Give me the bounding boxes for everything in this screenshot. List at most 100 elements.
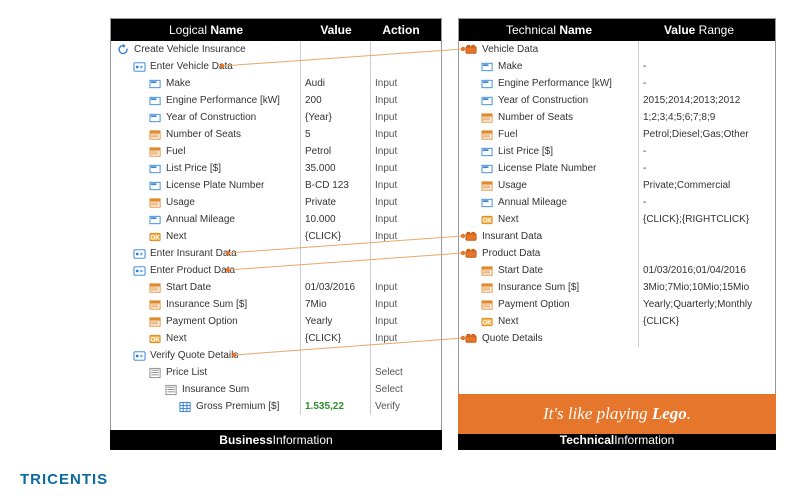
footer-bold: Technical <box>560 433 614 447</box>
row-action: Input <box>371 211 431 228</box>
table-row[interactable]: Make- <box>459 58 775 75</box>
table-row[interactable]: Start Date 01/03/2016Input <box>111 279 441 296</box>
table-row[interactable]: FuelPetrolInput <box>111 143 441 160</box>
table-row[interactable]: Annual Mileage- <box>459 194 775 211</box>
table-row[interactable]: Enter Product Data <box>111 262 441 279</box>
right-rows: Vehicle DataMake-Engine Performance [kW]… <box>459 41 775 347</box>
row-label: Verify Quote Details <box>150 350 238 361</box>
row-value: 01/03/2016 <box>301 279 371 296</box>
table-row[interactable]: Vehicle Data <box>459 41 775 58</box>
row-action: Input <box>371 194 431 211</box>
table-row[interactable]: Engine Performance [kW]200Input <box>111 92 441 109</box>
table-row[interactable]: Enter Insurant Data <box>111 245 441 262</box>
table-row[interactable]: Payment OptionYearlyInput <box>111 313 441 330</box>
table-row[interactable]: Next{CLICK}Input <box>111 330 441 347</box>
row-action: Input <box>371 109 431 126</box>
row-label: License Plate Number <box>166 180 264 191</box>
field-icon <box>481 146 494 158</box>
row-action: Input <box>371 296 431 313</box>
combo-icon <box>149 299 162 311</box>
table-row[interactable]: Product Data <box>459 245 775 262</box>
row-value <box>301 41 371 58</box>
row-value-range: Private;Commercial <box>639 177 759 194</box>
row-value <box>301 245 371 262</box>
table-row[interactable]: Enter Vehicle Data <box>111 58 441 75</box>
col-value-range-bold: Value <box>664 23 695 37</box>
row-label: Next <box>166 231 187 242</box>
row-action <box>371 58 431 75</box>
row-value-range: - <box>639 143 759 160</box>
module-icon <box>133 265 146 277</box>
technical-panel: Technical Name Value Range Vehicle DataM… <box>458 18 776 450</box>
refresh-icon <box>117 44 130 56</box>
row-label: Start Date <box>166 282 211 293</box>
row-label: Insurance Sum [$] <box>498 282 579 293</box>
table-row[interactable]: Verify Quote Details <box>111 347 441 364</box>
lego-callout: It's like playing Lego. <box>458 394 776 434</box>
table-row[interactable]: Engine Performance [kW]- <box>459 75 775 92</box>
row-value: Petrol <box>301 143 371 160</box>
table-row[interactable]: Start Date 01/03/2016;01/04/2016 <box>459 262 775 279</box>
table-row[interactable]: UsagePrivate;Commercial <box>459 177 775 194</box>
row-value: 10.000 <box>301 211 371 228</box>
table-row[interactable]: Next{CLICK}Input <box>111 228 441 245</box>
table-row[interactable]: Insurance SumSelect <box>111 381 441 398</box>
row-label: Engine Performance [kW] <box>498 78 612 89</box>
row-value-range: 01/03/2016;01/04/2016 <box>639 262 759 279</box>
table-row[interactable]: Number of Seats5Input <box>111 126 441 143</box>
ok-icon <box>149 231 162 243</box>
row-value-range: {CLICK} <box>639 313 759 330</box>
row-label: Insurant Data <box>482 231 542 242</box>
brand-logo: TRICENTIS <box>20 471 108 488</box>
business-panel: Logical Name Value Action Create Vehicle… <box>110 18 442 450</box>
table-row[interactable]: List Price [$]- <box>459 143 775 160</box>
left-rows: Create Vehicle InsuranceEnter Vehicle Da… <box>111 41 441 415</box>
row-action: Input <box>371 279 431 296</box>
table-row[interactable]: Price ListSelect <box>111 364 441 381</box>
table-row[interactable]: Annual Mileage10.000Input <box>111 211 441 228</box>
row-label: Start Date <box>498 265 543 276</box>
brick-icon <box>465 333 478 345</box>
row-value-range: Petrol;Diesel;Gas;Other <box>639 126 759 143</box>
row-value-range: 2015;2014;2013;2012 <box>639 92 759 109</box>
table-row[interactable]: UsagePrivateInput <box>111 194 441 211</box>
table-row[interactable]: Number of Seats1;2;3;4;5;6;7;8;9 <box>459 109 775 126</box>
row-value-range: 1;2;3;4;5;6;7;8;9 <box>639 109 759 126</box>
row-value-range <box>639 245 759 262</box>
table-row[interactable]: Gross Premium [$]1.535,22Verify <box>111 398 441 415</box>
row-value <box>301 347 371 364</box>
row-action: Input <box>371 330 431 347</box>
field-icon <box>149 78 162 90</box>
table-row[interactable]: Next{CLICK};{RIGHTCLICK} <box>459 211 775 228</box>
table-row[interactable]: Insurant Data <box>459 228 775 245</box>
table-row[interactable]: Next{CLICK} <box>459 313 775 330</box>
table-row[interactable]: Insurance Sum [$]7MioInput <box>111 296 441 313</box>
table-row[interactable]: Payment OptionYearly;Quarterly;Monthly <box>459 296 775 313</box>
row-value: Private <box>301 194 371 211</box>
callout-suffix: . <box>687 404 691 423</box>
row-action: Input <box>371 228 431 245</box>
row-label: Insurance Sum <box>182 384 249 395</box>
row-label: License Plate Number <box>498 163 596 174</box>
combo-icon <box>481 265 494 277</box>
col-logical-name: Name <box>210 23 243 37</box>
field-icon <box>481 78 494 90</box>
col-value-range-rest: Range <box>695 23 734 37</box>
table-row[interactable]: License Plate Number- <box>459 160 775 177</box>
table-row[interactable]: MakeAudiInput <box>111 75 441 92</box>
combo-icon <box>481 180 494 192</box>
table-row[interactable]: Insurance Sum [$]3Mio;7Mio;10Mio;15Mio <box>459 279 775 296</box>
table-row[interactable]: Quote Details <box>459 330 775 347</box>
row-label: Insurance Sum [$] <box>166 299 247 310</box>
table-row[interactable]: Create Vehicle Insurance <box>111 41 441 58</box>
footer-bold: Business <box>219 433 272 447</box>
left-footer: Business Information <box>110 430 442 450</box>
row-value-range <box>639 41 759 58</box>
row-label: Payment Option <box>166 316 238 327</box>
table-row[interactable]: Year of Construction{Year}Input <box>111 109 441 126</box>
field-icon <box>481 61 494 73</box>
table-row[interactable]: License Plate NumberB-CD 123Input <box>111 177 441 194</box>
table-row[interactable]: FuelPetrol;Diesel;Gas;Other <box>459 126 775 143</box>
table-row[interactable]: List Price [$]35.000Input <box>111 160 441 177</box>
table-row[interactable]: Year of Construction2015;2014;2013;2012 <box>459 92 775 109</box>
